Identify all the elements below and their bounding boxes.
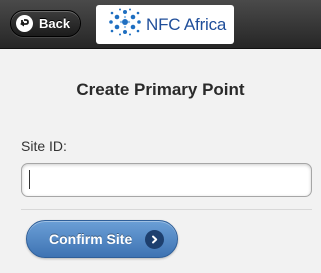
chevron-right-circle-icon bbox=[145, 229, 165, 249]
logo-text: NFC Africa bbox=[146, 14, 227, 34]
back-button[interactable]: Back bbox=[10, 10, 81, 37]
divider bbox=[21, 209, 312, 210]
site-id-label: Site ID: bbox=[21, 138, 67, 154]
header-bar: Back NFC Africa bbox=[0, 0, 321, 49]
globe-network-icon bbox=[96, 7, 144, 42]
back-arrow-icon bbox=[16, 15, 33, 32]
back-button-label: Back bbox=[39, 16, 71, 31]
site-id-input[interactable] bbox=[21, 163, 312, 197]
confirm-site-label: Confirm Site bbox=[49, 231, 133, 247]
text-cursor bbox=[29, 170, 30, 189]
confirm-site-button[interactable]: Confirm Site bbox=[26, 220, 178, 258]
nfc-africa-logo: NFC Africa bbox=[96, 5, 234, 44]
page-title: Create Primary Point bbox=[76, 80, 245, 99]
